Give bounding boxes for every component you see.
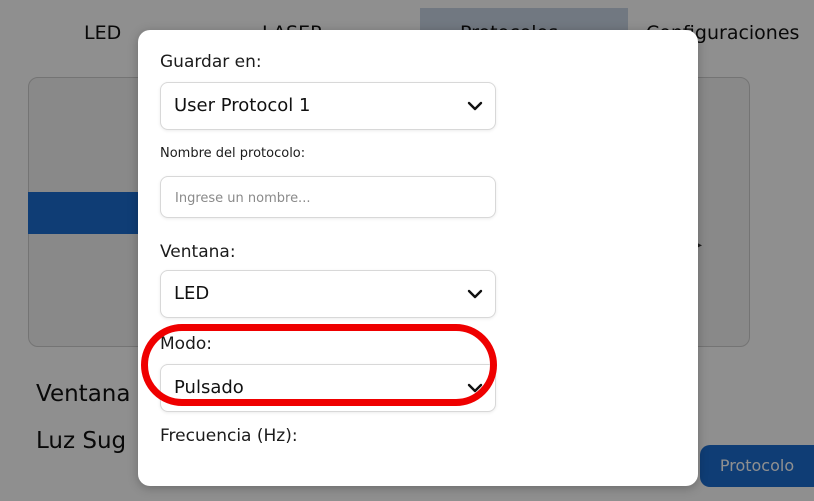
save-protocol-dialog: Guardar en: User Protocol 1 Nombre del p… — [138, 30, 698, 486]
chevron-down-icon — [467, 101, 483, 111]
save-in-value: User Protocol 1 — [174, 95, 311, 116]
mode-value: Pulsado — [174, 377, 244, 398]
protocol-name-label: Nombre del protocolo: — [160, 146, 306, 161]
protocol-name-field-wrap — [160, 176, 496, 219]
frequency-label: Frecuencia (Hz): — [160, 426, 298, 446]
mode-label: Modo: — [160, 334, 212, 354]
window-label: Ventana: — [160, 242, 236, 262]
window-select[interactable]: LED — [160, 270, 496, 318]
chevron-down-icon — [467, 289, 483, 299]
save-in-label: Guardar en: — [160, 52, 262, 72]
mode-select[interactable]: Pulsado — [160, 364, 496, 412]
save-in-select[interactable]: User Protocol 1 — [160, 82, 496, 130]
window-value: LED — [174, 283, 210, 304]
chevron-down-icon — [467, 383, 483, 393]
protocol-name-input[interactable] — [173, 177, 487, 219]
